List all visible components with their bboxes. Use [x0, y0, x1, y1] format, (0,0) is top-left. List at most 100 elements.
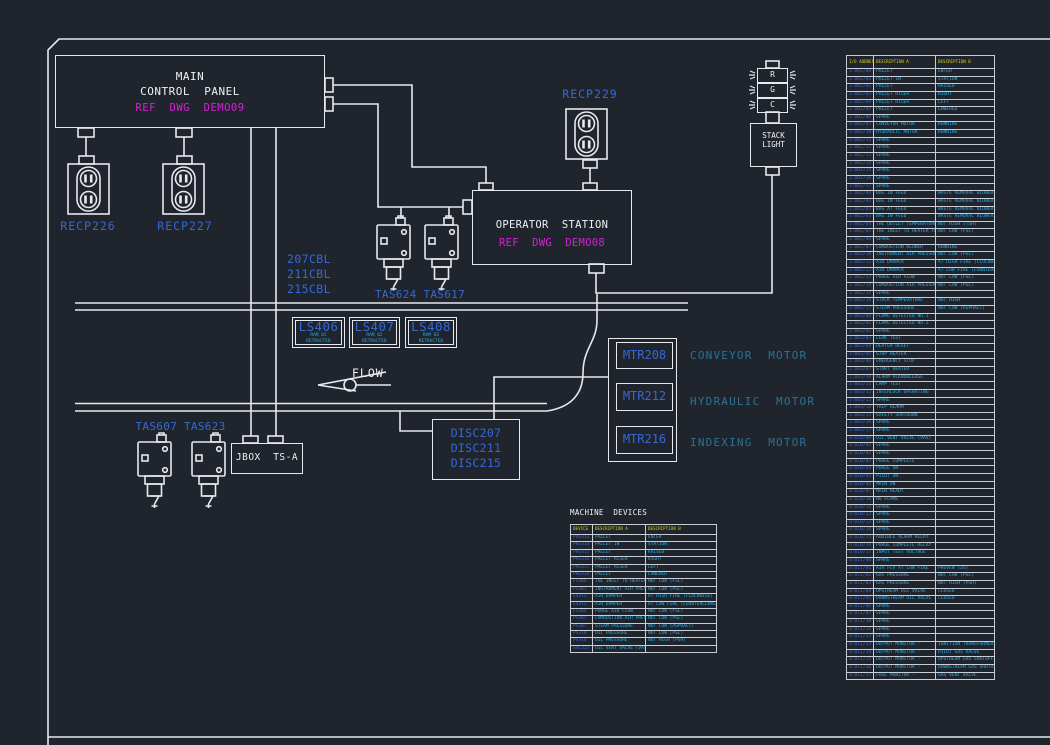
table-cell: PALLET IN [593, 542, 646, 548]
temp-switch-icon [192, 433, 225, 508]
table-row: PRS314PALLET INSTATION [571, 541, 716, 548]
table-cell: LEAK TEST [874, 336, 936, 343]
table-cell: PALLET RISER [874, 92, 936, 99]
table-row: I:001/12SPARE [847, 144, 994, 152]
table-cell: PURGE ON [874, 466, 936, 473]
table-cell: I:003/05 [847, 352, 874, 359]
table-row: I:003/04HEATER RESET [847, 343, 994, 351]
table-cell [936, 314, 994, 321]
table-row: I:003/06EMERGENCY STOP [847, 358, 994, 366]
mtr208-label: MTR208 [616, 342, 673, 368]
table-cell: PS310 [571, 631, 593, 637]
table-cell: SPARE [874, 168, 936, 175]
table-cell: NOT LOW (ASPHALT) [646, 624, 716, 630]
table-cell: I:002/10 [847, 252, 874, 259]
table-row: I:003/05STOP HEATER [847, 351, 994, 359]
table-row: FS304PURGE AIR FLOWNOT LOW (FSL) [571, 608, 716, 615]
wire-panel-to-opstation-lower [333, 104, 463, 207]
table-row: O:010/04PURGE ON [847, 465, 994, 473]
receptacle-outlet-icon [68, 164, 109, 214]
table-row: I:002/05THE INLET TO HEATER FLOWNOT LOW … [847, 228, 994, 236]
table-cell: I:003/06 [847, 359, 874, 366]
table-cell: NOT LOW (FSL) [646, 609, 716, 615]
table-cell: SPARE [874, 443, 936, 450]
table-cell [936, 168, 994, 175]
table-cell: SPARE [874, 176, 936, 183]
table-cell: THE INLET TO HEATER FLOW [593, 579, 646, 585]
table-cell: I:001/01 [847, 77, 874, 84]
table-cell: THE OUTLET TEMPERATURE [874, 222, 936, 229]
table-cell [936, 145, 994, 152]
table-cell: I:003/11 [847, 382, 874, 389]
table-row: I:001/06SPARE [847, 114, 994, 122]
table-cell: SPARE [874, 329, 936, 336]
table-cell: O:010/02 [847, 451, 874, 458]
table-cell: SPARE [874, 398, 936, 405]
table-cell: O:011/14 [847, 650, 874, 657]
ls406-label: LS406 [292, 319, 345, 334]
table-cell: NOT LOW (FSL) [646, 579, 716, 585]
table-cell: LEFT [646, 565, 716, 571]
table-cell [936, 436, 994, 443]
table-cell: O:010/16 [847, 543, 874, 550]
table-cell: SAFETY SHUTDOWN [874, 413, 936, 420]
table-cell: SPARE [874, 451, 936, 458]
table-cell: I:003/01 [847, 321, 874, 328]
table-header-cell: I/O ADDRESS [847, 56, 874, 68]
table-cell: FLAME DETECTED NO.1 [874, 314, 936, 321]
table-row: I:002/07COMBUSTION BLOWERRUNNING [847, 244, 994, 252]
table-cell: ENTER [936, 69, 994, 76]
table-row: I:001/00PALLETENTER [847, 68, 994, 76]
table-cell: O:010/14 [847, 527, 874, 534]
table-cell: I:002/11 [847, 260, 874, 267]
operator-station-title: OPERATOR STATION [472, 219, 632, 231]
table-header-cell: DESCRIPTION B [646, 525, 716, 534]
table-row: I:001/02PALLETRAISED [847, 83, 994, 91]
table-row: PS305COMBUSTION AIR PRESSURENOT LOW (PSL… [571, 615, 716, 622]
bus-slack-curve [547, 294, 597, 411]
table-row: PRS318PALLETLOWERED [571, 571, 716, 578]
temp-switch-icon [425, 216, 458, 291]
table-cell: OIL PRESSURE [593, 638, 646, 644]
table-cell: STOP HEATER [874, 352, 936, 359]
table-cell: O:010/13 [847, 520, 874, 527]
table-cell: I:001/14 [847, 161, 874, 168]
table-cell: WASTE REMOVAL BLOWER [936, 214, 994, 221]
main-control-panel-title-line1: MAIN [55, 70, 325, 83]
table-cell: I:002/02 [847, 207, 874, 214]
table-cell [646, 646, 716, 652]
table-row: O:011/17FUSE MONITOR -GAS VENT VALVE [847, 672, 994, 680]
table-cell: NOT LOW (PSL) [646, 631, 716, 637]
table-cell: PRS318 [571, 572, 593, 578]
table-cell: I:001/13 [847, 153, 874, 160]
table-row: I:002/02BAG AT FEEDWASTE REMOVAL BLOWER [847, 206, 994, 214]
table-row: I:001/13SPARE [847, 152, 994, 160]
table-cell: PALLET [593, 572, 646, 578]
table-cell: ALARM ACKNOWLEDGE [874, 375, 936, 382]
table-cell: NOT LOW (ASPHALT) [936, 306, 994, 313]
table-cell [936, 527, 994, 534]
main-control-panel-ref: REF DWG DEMO09 [55, 102, 325, 114]
table-cell: I:001/06 [847, 115, 874, 122]
table-row: O:011/13OUTPUT MONITOR -IGNITION TRANSFO… [847, 641, 994, 649]
table-cell: I:003/02 [847, 329, 874, 336]
table-cell: MAIN READY [874, 489, 936, 496]
ls406-sub1: RAM 01 [292, 333, 345, 338]
table-cell: OUTPUT MONITOR - [874, 665, 936, 672]
table-cell [936, 634, 994, 641]
table-row: I:002/14COMBUSTION AIR PRESSURENOT LOW (… [847, 282, 994, 290]
table-body: I:001/00PALLETENTERI:001/01PALLET INSTAT… [847, 68, 994, 679]
table-row: O:010/12SPARE [847, 511, 994, 519]
table-cell: TRIP ALARM [874, 405, 936, 412]
table-cell: COMBUSTION AIR PRESSURE [593, 616, 646, 622]
recp229-label: RECP229 [546, 87, 634, 101]
wire-disc-to-mtr [494, 377, 608, 419]
ls408-sub2: RETRACTED [405, 339, 457, 344]
table-cell: PRS317 [571, 565, 593, 571]
table-cell: AIR DAMPER [874, 260, 936, 267]
table-row: I:001/10HYDRAULIC MOTORRUNNING [847, 129, 994, 137]
table-cell: AT HIGH FIRE (CLOCKWISE) [646, 594, 716, 600]
table-row: O:011/10SPARE [847, 618, 994, 626]
table-cell: WASTE REMOVAL BLOWER [936, 191, 994, 198]
table-row: I:002/11AIR DAMPERAT HIGH FIRE (CLOCKWIS… [847, 259, 994, 267]
